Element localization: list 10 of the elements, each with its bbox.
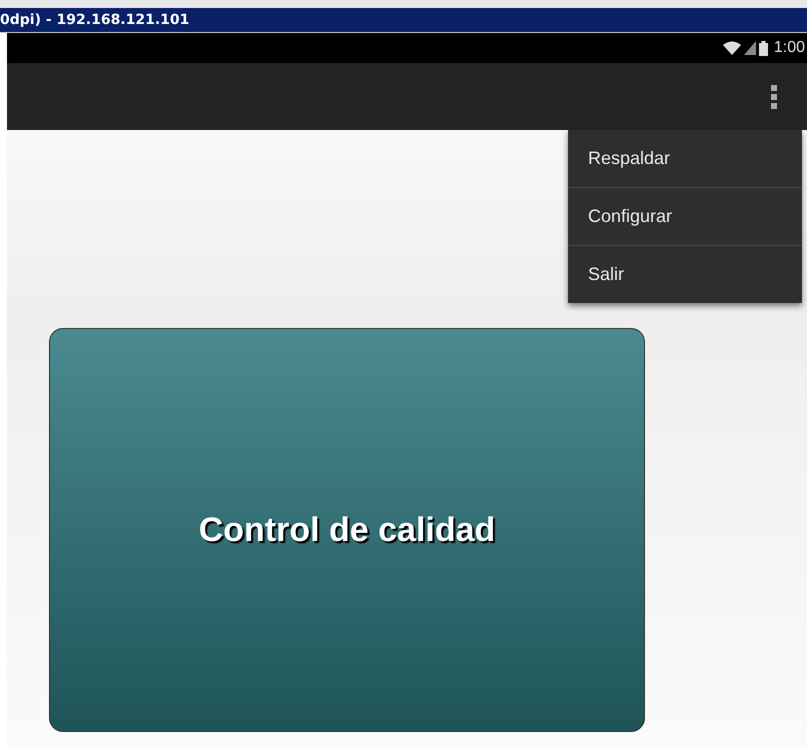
status-time: 1:00: [774, 39, 805, 57]
menu-item[interactable]: Respaldar: [568, 130, 802, 187]
signal-icon: [744, 41, 756, 55]
control-de-calidad-tile[interactable]: Control de calidad: [49, 328, 645, 732]
wifi-icon: [722, 41, 741, 55]
menu-item[interactable]: Salir: [568, 246, 802, 303]
battery-icon: [758, 40, 768, 56]
menu-item[interactable]: Configurar: [568, 188, 802, 245]
overflow-menu-icon[interactable]: [771, 84, 777, 108]
window-title: 0dpi) - 192.168.121.101: [0, 12, 190, 28]
